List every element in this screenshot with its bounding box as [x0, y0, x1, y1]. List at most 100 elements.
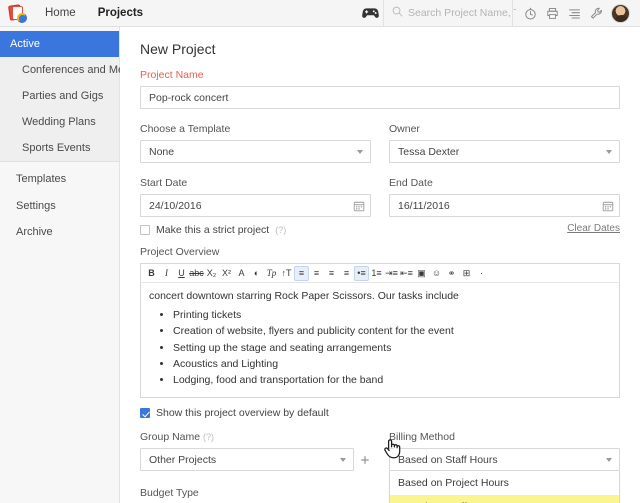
outdent-icon[interactable]: ⇤≡: [399, 265, 414, 282]
editor-bullet-item: Acoustics and Lighting: [173, 357, 611, 372]
group-name-control-row: Other Projects: [140, 448, 371, 471]
group-name-label: Group Name (?): [140, 431, 371, 443]
search-box[interactable]: [383, 0, 513, 27]
group-name-group: Group Name (?) Other Projects: [140, 431, 371, 503]
start-date-group: Start Date Make this a: [140, 177, 371, 236]
fill-color-icon[interactable]: ◐: [249, 265, 264, 282]
more-options-icon[interactable]: ·: [474, 265, 489, 282]
end-date-input[interactable]: [389, 194, 620, 217]
sidebar-item-archive[interactable]: Archive: [0, 219, 119, 245]
underline-icon[interactable]: U: [174, 265, 189, 282]
indent-icon[interactable]: ⇥≡: [384, 265, 399, 282]
emoji-icon[interactable]: ☺: [429, 265, 444, 282]
editor-bullet-item: Creation of website, flyers and publicit…: [173, 324, 611, 339]
insert-image-icon[interactable]: ▣: [414, 265, 429, 282]
align-left-icon[interactable]: ≡: [294, 266, 309, 281]
align-right-icon[interactable]: ≡: [324, 265, 339, 282]
template-label: Choose a Template: [140, 123, 371, 135]
strict-project-label: Make this a strict project: [156, 224, 269, 236]
gamepad-icon[interactable]: [357, 7, 383, 19]
billing-method-label: Billing Method: [389, 431, 620, 443]
wrench-icon[interactable]: [585, 0, 607, 27]
clear-dates-link[interactable]: Clear Dates: [389, 223, 620, 234]
nav-item-projects[interactable]: Projects: [87, 0, 154, 27]
main-nav: Home Projects: [34, 0, 154, 27]
insert-table-icon[interactable]: ⊞: [459, 265, 474, 282]
owner-label: Owner: [389, 123, 620, 135]
start-date-label: Start Date: [140, 177, 371, 189]
text-color-icon[interactable]: A: [234, 265, 249, 282]
billing-method-select[interactable]: Based on Staff Hours: [389, 448, 620, 471]
align-justify-icon[interactable]: ≡: [339, 265, 354, 282]
show-overview-checkbox[interactable]: [140, 408, 150, 418]
sidebar-item-sports-events[interactable]: Sports Events: [0, 135, 119, 161]
insert-link-icon[interactable]: ⚭: [444, 265, 459, 282]
sidebar-item-conferences-and-meetings[interactable]: Conferences and Meetings: [0, 57, 119, 83]
end-date-field[interactable]: [389, 194, 620, 217]
strikethrough-icon[interactable]: abc: [189, 265, 204, 282]
printer-icon[interactable]: [541, 0, 563, 27]
group-name-select[interactable]: Other Projects: [140, 448, 354, 471]
list-icon[interactable]: [563, 0, 585, 27]
billing-method-dropdown: Based on Staff Hours Based on Project Ho…: [389, 448, 620, 471]
owner-value: Tessa Dexter: [398, 146, 459, 158]
strict-project-help-icon[interactable]: (?): [275, 225, 286, 235]
dates-row: Start Date Make this a: [140, 177, 620, 236]
group-name-label-text: Group Name: [140, 431, 200, 443]
superscript-icon[interactable]: X²: [219, 265, 234, 282]
show-overview-label: Show this project overview by default: [156, 407, 329, 419]
strict-project-row[interactable]: Make this a strict project (?): [140, 224, 371, 236]
editor-content[interactable]: concert downtown starring Rock Paper Sci…: [141, 283, 619, 397]
template-select[interactable]: None: [140, 140, 371, 163]
project-name-input[interactable]: [140, 86, 620, 109]
billing-method-option[interactable]: Based on Staff Hours: [390, 495, 619, 503]
editor-bullet-item: Lodging, food and transportation for the…: [173, 373, 611, 388]
start-date-input[interactable]: [140, 194, 371, 217]
sidebar-bottom-group: Templates Settings Archive: [0, 162, 119, 244]
group-name-help-icon[interactable]: (?): [203, 432, 214, 442]
clear-format-icon[interactable]: ↑T: [279, 265, 294, 282]
subscript-icon[interactable]: X₂: [204, 265, 219, 282]
template-value: None: [149, 146, 174, 158]
sidebar-subgroup: Conferences and Meetings Parties and Gig…: [0, 57, 119, 161]
search-icon: [392, 4, 403, 22]
nav-item-home[interactable]: Home: [34, 0, 87, 27]
search-input[interactable]: [408, 7, 516, 19]
chevron-down-icon: [606, 150, 612, 154]
app-logo[interactable]: [0, 0, 34, 27]
numbered-list-icon[interactable]: 1≡: [369, 265, 384, 282]
calendar-icon[interactable]: [353, 199, 365, 217]
budget-type-label: Budget Type: [140, 487, 371, 499]
bold-icon[interactable]: B: [144, 265, 159, 282]
billing-method-option[interactable]: Based on Project Hours: [390, 471, 619, 495]
start-date-field[interactable]: [140, 194, 371, 217]
sidebar-item-settings[interactable]: Settings: [0, 193, 119, 219]
align-center-icon[interactable]: ≡: [309, 265, 324, 282]
strict-project-checkbox[interactable]: [140, 225, 150, 235]
top-bar: Home Projects: [0, 0, 640, 27]
show-overview-row[interactable]: Show this project overview by default: [140, 407, 620, 419]
editor-toolbar: BIUabcX₂X²A◐Tp↑T≡≡≡≡•≡1≡⇥≡⇤≡▣☺⚭⊞·: [141, 264, 619, 283]
avatar[interactable]: [611, 4, 630, 23]
calendar-icon[interactable]: [602, 199, 614, 217]
sidebar-item-wedding-plans[interactable]: Wedding Plans: [0, 109, 119, 135]
italic-icon[interactable]: I: [159, 265, 174, 282]
add-group-icon[interactable]: [358, 448, 371, 471]
font-format-icon[interactable]: Tp: [264, 265, 279, 282]
chevron-down-icon: [340, 458, 346, 462]
sidebar-item-active[interactable]: Active: [0, 31, 119, 57]
sidebar-item-parties-and-gigs[interactable]: Parties and Gigs: [0, 83, 119, 109]
chevron-down-icon: [606, 458, 612, 462]
logo-circle-inner: [19, 15, 26, 22]
topbar-icon-group: [513, 0, 640, 27]
owner-select[interactable]: Tessa Dexter: [389, 140, 620, 163]
timer-icon[interactable]: [519, 0, 541, 27]
bullet-list-icon[interactable]: •≡: [354, 266, 369, 281]
owner-field-group: Owner Tessa Dexter: [389, 123, 620, 163]
project-overview-editor: BIUabcX₂X²A◐Tp↑T≡≡≡≡•≡1≡⇥≡⇤≡▣☺⚭⊞· concer…: [140, 263, 620, 398]
project-name-label: Project Name: [140, 69, 620, 81]
end-date-label: End Date: [389, 177, 620, 189]
page-title: New Project: [140, 41, 640, 57]
sidebar-item-templates[interactable]: Templates: [0, 166, 119, 192]
template-owner-row: Choose a Template None Owner Tessa Dexte…: [140, 123, 620, 163]
